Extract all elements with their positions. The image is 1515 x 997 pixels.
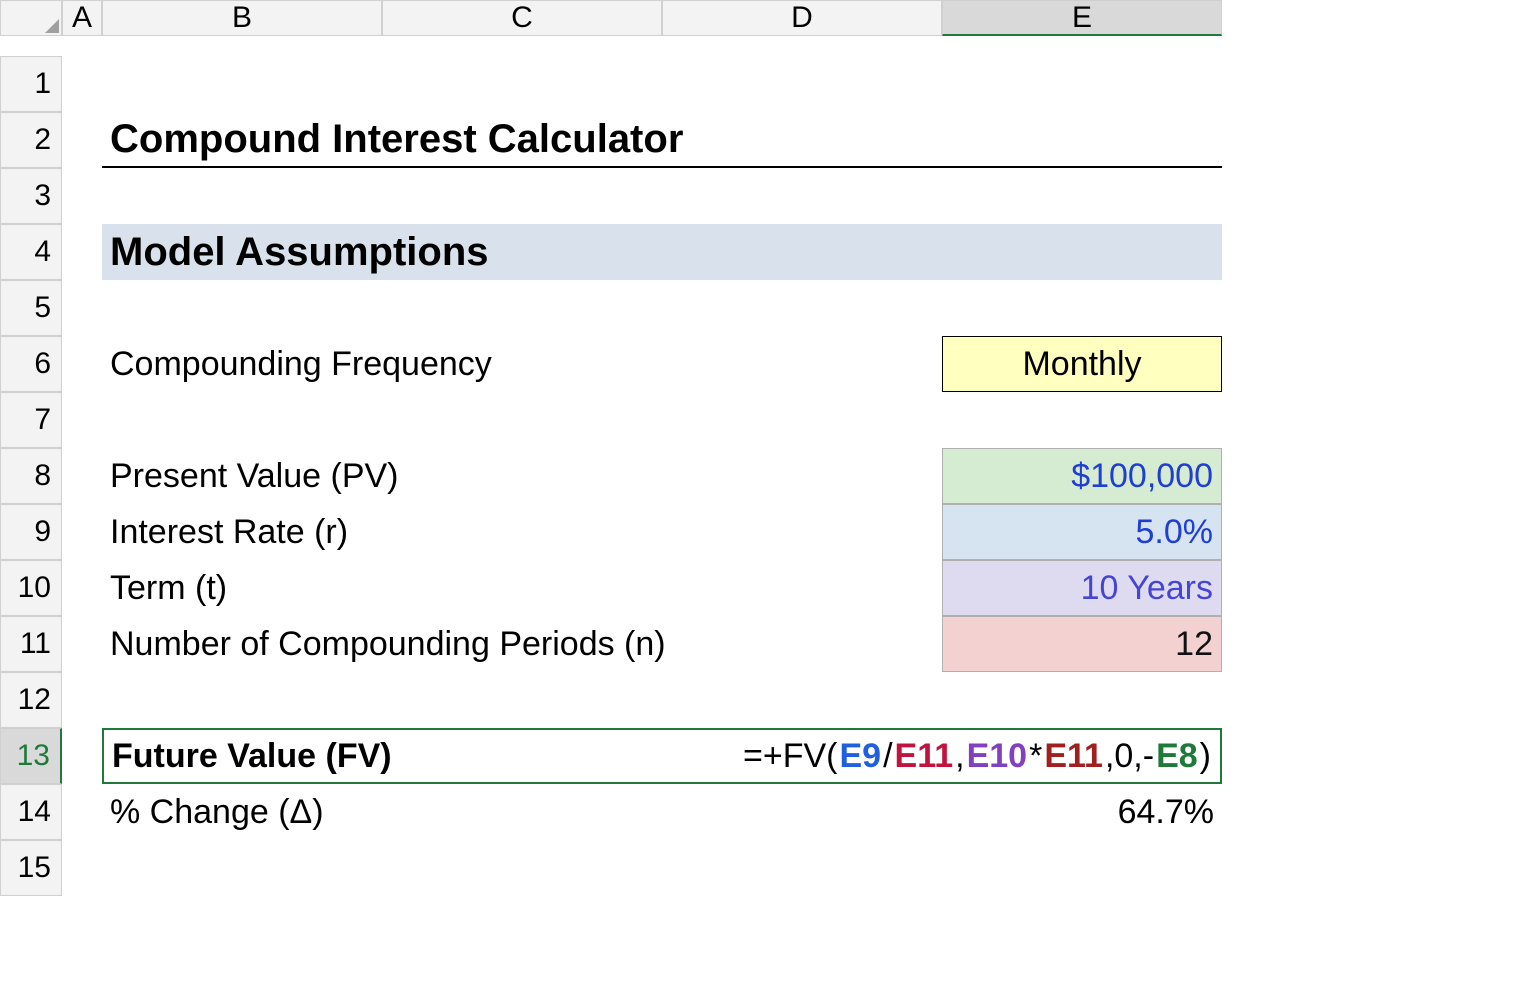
- cell-A10[interactable]: [62, 560, 102, 616]
- frequency-dropdown[interactable]: Monthly: [942, 336, 1222, 392]
- cell-B7[interactable]: [102, 392, 1222, 448]
- cell-D14[interactable]: [662, 784, 942, 840]
- cell-A12[interactable]: [62, 672, 102, 728]
- cell-A14[interactable]: [62, 784, 102, 840]
- row-header-10[interactable]: 10: [0, 560, 62, 616]
- cell-D10[interactable]: [662, 560, 942, 616]
- row-header-12[interactable]: 12: [0, 672, 62, 728]
- cell-D8[interactable]: [662, 448, 942, 504]
- row-header-5[interactable]: 5: [0, 280, 62, 336]
- row-header-3[interactable]: 3: [0, 168, 62, 224]
- cell-D9[interactable]: [662, 504, 942, 560]
- row-header-2[interactable]: 2: [0, 112, 62, 168]
- label-change: % Change (Δ): [102, 784, 662, 840]
- cell-A15[interactable]: [62, 840, 102, 896]
- fv-formula-cell[interactable]: =+FV(E9/E11,E10*E11,0,-E8): [382, 728, 1222, 784]
- row-header-7[interactable]: 7: [0, 392, 62, 448]
- cell-A4[interactable]: [62, 224, 102, 280]
- col-header-A[interactable]: A: [62, 0, 102, 36]
- label-pv: Present Value (PV): [102, 448, 662, 504]
- row-header-14[interactable]: 14: [0, 784, 62, 840]
- col-header-E[interactable]: E: [942, 0, 1222, 36]
- cell-B12[interactable]: [102, 672, 1222, 728]
- spreadsheet-grid[interactable]: A B C D E 1 2 Compound Interest Calculat…: [0, 0, 1515, 896]
- row-header-4[interactable]: 4: [0, 224, 62, 280]
- label-fv: Future Value (FV): [102, 728, 382, 784]
- formula-ref-E11a: E11: [894, 737, 955, 776]
- cell-D6[interactable]: [662, 336, 942, 392]
- section-header[interactable]: Model Assumptions: [102, 224, 1222, 280]
- label-frequency: Compounding Frequency: [102, 336, 662, 392]
- row-header-1[interactable]: 1: [0, 56, 62, 112]
- term-input[interactable]: 10 Years: [942, 560, 1222, 616]
- formula-ref-E11b: E11: [1043, 737, 1104, 776]
- row-header-15[interactable]: 15: [0, 840, 62, 896]
- rate-input[interactable]: 5.0%: [942, 504, 1222, 560]
- row-header-6[interactable]: 6: [0, 336, 62, 392]
- label-rate: Interest Rate (r): [102, 504, 662, 560]
- cell-A6[interactable]: [62, 336, 102, 392]
- formula-prefix: =+FV(: [742, 737, 838, 776]
- select-all-corner[interactable]: [0, 0, 62, 36]
- cell-A5[interactable]: [62, 280, 102, 336]
- change-value: 64.7%: [942, 784, 1222, 840]
- cell-B5[interactable]: [102, 280, 1222, 336]
- formula-op-mul: *: [1028, 737, 1043, 776]
- row-header-9[interactable]: 9: [0, 504, 62, 560]
- formula-sep1: ,: [954, 737, 965, 776]
- formula-ref-E9: E9: [838, 737, 882, 776]
- cell-B15[interactable]: [102, 840, 1222, 896]
- col-header-D[interactable]: D: [662, 0, 942, 36]
- col-header-B[interactable]: B: [102, 0, 382, 36]
- formula-ref-E10: E10: [966, 737, 1029, 776]
- formula-op-div: /: [882, 737, 893, 776]
- cell-A11[interactable]: [62, 616, 102, 672]
- label-n: Number of Compounding Periods (n): [102, 616, 942, 672]
- formula-sep2: ,0,-: [1104, 737, 1155, 776]
- col-header-C[interactable]: C: [382, 0, 662, 36]
- row-header-13[interactable]: 13: [0, 728, 62, 784]
- formula-ref-E8: E8: [1155, 737, 1199, 776]
- row-header-8[interactable]: 8: [0, 448, 62, 504]
- cell-B1[interactable]: [102, 56, 1222, 112]
- cell-A2[interactable]: [62, 112, 102, 168]
- cell-A3[interactable]: [62, 168, 102, 224]
- label-term: Term (t): [102, 560, 662, 616]
- cell-A8[interactable]: [62, 448, 102, 504]
- pv-input[interactable]: $100,000: [942, 448, 1222, 504]
- cell-A9[interactable]: [62, 504, 102, 560]
- n-input[interactable]: 12: [942, 616, 1222, 672]
- row-header-11[interactable]: 11: [0, 616, 62, 672]
- cell-A7[interactable]: [62, 392, 102, 448]
- cell-B3[interactable]: [102, 168, 1222, 224]
- sheet-title[interactable]: Compound Interest Calculator: [102, 112, 1222, 168]
- formula-suffix: ): [1199, 737, 1212, 776]
- cell-A13[interactable]: [62, 728, 102, 784]
- cell-A1[interactable]: [62, 56, 102, 112]
